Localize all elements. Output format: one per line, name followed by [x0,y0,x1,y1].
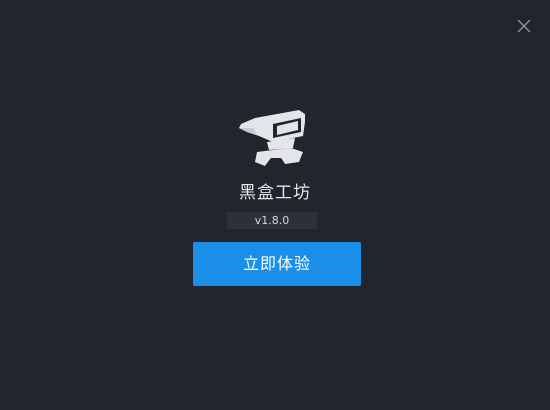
app-name: 黑盒工坊 [239,183,311,203]
launcher-window: 黑盒工坊 v1.8.0 立即体验 [0,0,550,410]
start-button[interactable]: 立即体验 [193,242,361,286]
anvil-icon [239,110,305,166]
close-icon [517,19,531,33]
version-badge: v1.8.0 [227,212,317,229]
close-button[interactable] [512,14,536,38]
